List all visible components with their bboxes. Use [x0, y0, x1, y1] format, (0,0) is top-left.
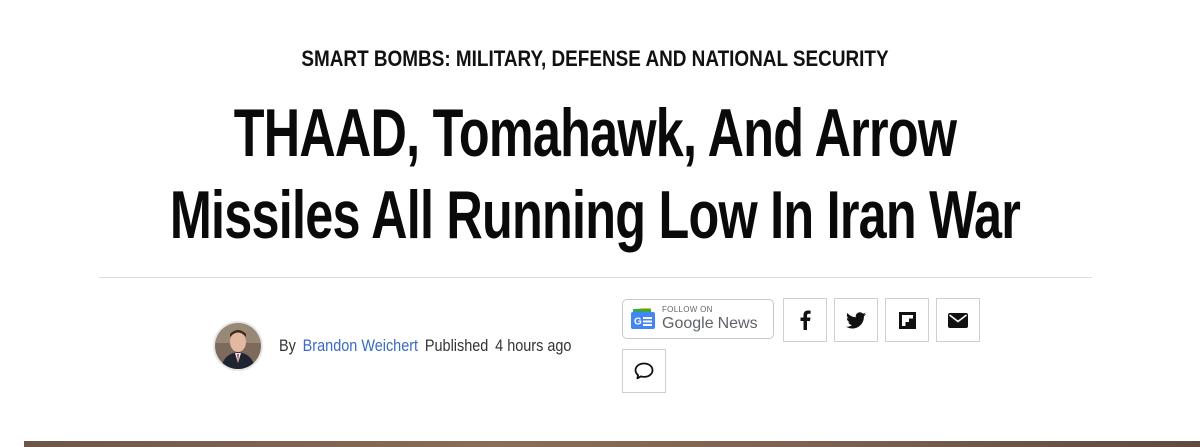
author-avatar[interactable]: [213, 321, 263, 371]
email-icon: [948, 312, 968, 328]
flipboard-share-button[interactable]: [885, 298, 929, 342]
header-divider: [99, 277, 1092, 278]
featured-image: [24, 441, 1200, 447]
twitter-share-button[interactable]: [834, 298, 878, 342]
category-label[interactable]: SMART BOMBS: MILITARY, DEFENSE AND NATIO…: [83, 46, 1106, 72]
comment-button[interactable]: [622, 349, 666, 393]
byline-text: By Brandon Weichert Published 4 hours ag…: [279, 336, 571, 356]
follow-on-label: FOLLOW ON: [662, 305, 713, 314]
author-link[interactable]: Brandon Weichert: [303, 336, 418, 356]
news-wordmark: News: [717, 315, 758, 332]
follow-google-news-button[interactable]: G FOLLOW ON Google News: [622, 299, 774, 339]
published-label: Published: [424, 336, 489, 355]
by-label: By: [279, 336, 296, 355]
headline-line-2: Missiles All Running Low In Iran War: [169, 177, 1021, 253]
google-news-icon: G: [630, 307, 656, 330]
article-headline: THAAD, Tomahawk, And Arrow Missiles All …: [0, 92, 1190, 256]
facebook-icon: [798, 310, 812, 330]
published-time: 4 hours ago: [495, 336, 572, 355]
google-wordmark: Google: [662, 315, 714, 332]
email-share-button[interactable]: [936, 298, 980, 342]
twitter-icon: [846, 311, 866, 329]
article-header: SMART BOMBS: MILITARY, DEFENSE AND NATIO…: [0, 0, 1200, 447]
google-news-label: FOLLOW ON Google News: [662, 305, 758, 333]
comment-icon: [634, 362, 654, 380]
byline: By Brandon Weichert Published 4 hours ag…: [213, 321, 623, 371]
facebook-share-button[interactable]: [783, 298, 827, 342]
svg-text:G: G: [634, 317, 642, 328]
google-news-brand: Google News: [662, 314, 758, 333]
flipboard-icon: [898, 311, 916, 329]
headline-line-1: THAAD, Tomahawk, And Arrow: [233, 95, 957, 171]
